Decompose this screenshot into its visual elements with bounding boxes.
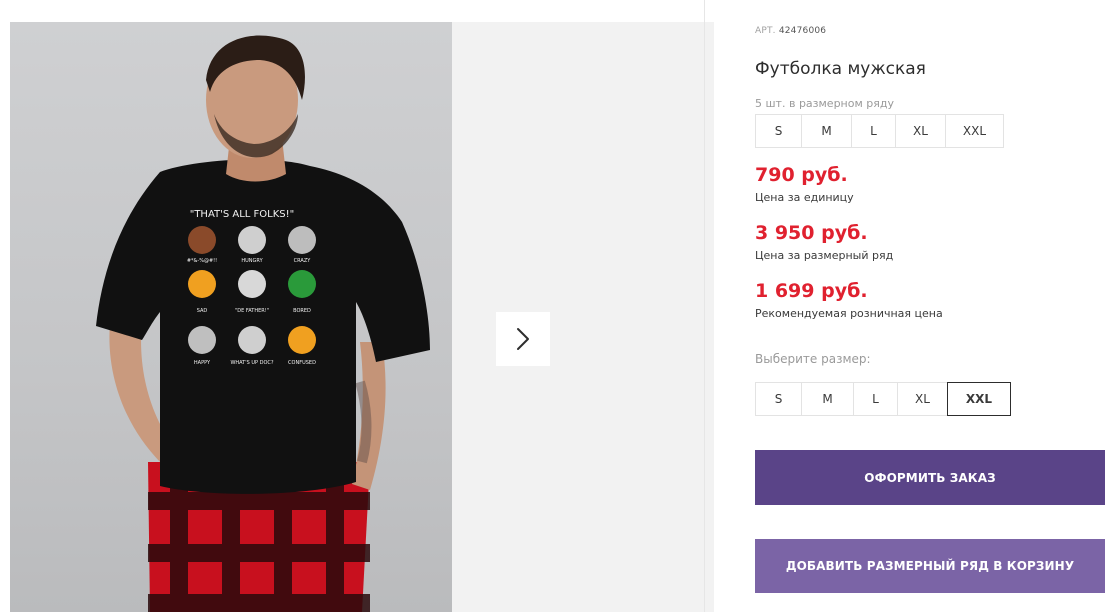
print-caption: WHAT'S UP DOC?: [230, 360, 273, 366]
size-option-xl[interactable]: XL: [897, 382, 948, 416]
sku-label: АРТ.: [755, 26, 776, 36]
panel-divider: [704, 0, 705, 612]
pack-sizes: S M L XL XXL: [755, 114, 1004, 148]
sku-value: 42476006: [778, 26, 827, 36]
print-caption: HUNGRY: [241, 258, 263, 264]
pack-size-xxl: XXL: [945, 114, 1004, 148]
sku: АРТ. 42476006: [755, 26, 826, 36]
pack-note: 5 шт. в размерном ряду: [755, 97, 894, 110]
print-caption: "DE FATHER!": [235, 308, 269, 314]
size-option-m[interactable]: M: [801, 382, 854, 416]
retail-price-label: Рекомендуемая розничная цена: [755, 307, 943, 320]
product-gallery: "THAT'S ALL FOLKS!" #*&-%@#!! HUNGRY CRA…: [10, 22, 714, 612]
choose-size-label: Выберите размер:: [755, 352, 871, 366]
shirt-print: "THAT'S ALL FOLKS!" #*&-%@#!! HUNGRY CRA…: [187, 209, 316, 366]
pack-size-m: M: [801, 114, 852, 148]
product-photo[interactable]: "THAT'S ALL FOLKS!" #*&-%@#!! HUNGRY CRA…: [10, 22, 452, 612]
unit-price-label: Цена за единицу: [755, 191, 854, 204]
order-button[interactable]: ОФОРМИТЬ ЗАКАЗ: [755, 450, 1105, 505]
chevron-right-icon: [517, 328, 529, 350]
unit-price: 790 руб.: [755, 164, 848, 186]
model-illustration: "THAT'S ALL FOLKS!" #*&-%@#!! HUNGRY CRA…: [96, 35, 430, 612]
print-caption: CONFUSED: [288, 360, 316, 366]
pack-price: 3 950 руб.: [755, 222, 868, 244]
print-caption: #*&-%@#!!: [187, 258, 217, 264]
pack-size-l: L: [851, 114, 896, 148]
size-option-l[interactable]: L: [853, 382, 898, 416]
pack-size-xl: XL: [895, 114, 946, 148]
size-option-s[interactable]: S: [755, 382, 802, 416]
product-page: "THAT'S ALL FOLKS!" #*&-%@#!! HUNGRY CRA…: [0, 0, 1120, 612]
size-option-xxl[interactable]: XXL: [947, 382, 1011, 416]
size-selector: S M L XL XXL: [755, 382, 1011, 416]
print-caption: HAPPY: [194, 360, 211, 366]
product-title: Футболка мужская: [755, 59, 926, 79]
retail-price: 1 699 руб.: [755, 280, 868, 302]
gallery-next-button[interactable]: [496, 312, 550, 366]
add-to-cart-button[interactable]: ДОБАВИТЬ РАЗМЕРНЫЙ РЯД В КОРЗИНУ: [755, 539, 1105, 593]
print-headline: "THAT'S ALL FOLKS!": [190, 209, 295, 220]
print-caption: BORED: [293, 308, 311, 314]
print-caption: SAD: [197, 308, 208, 314]
product-info-panel: АРТ. 42476006 Футболка мужская 5 шт. в р…: [755, 0, 1115, 612]
print-faces: [188, 226, 316, 354]
pack-price-label: Цена за размерный ряд: [755, 249, 894, 262]
pack-size-s: S: [755, 114, 802, 148]
print-caption: CRAZY: [294, 258, 312, 264]
